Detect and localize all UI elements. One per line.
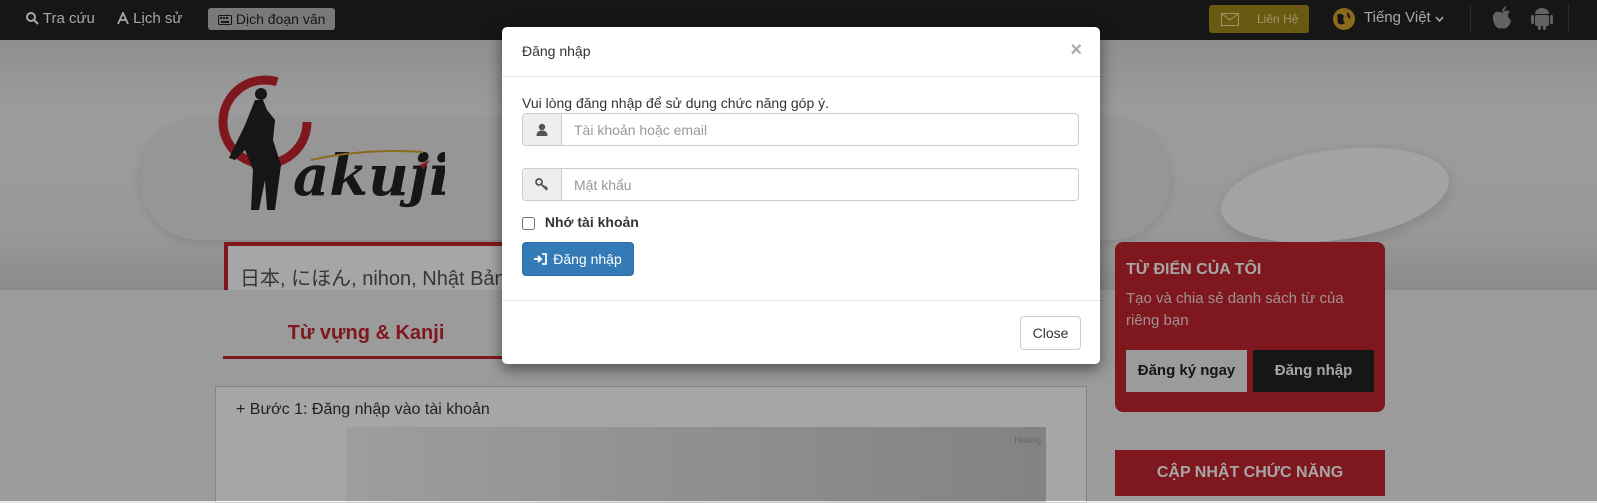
username-field (522, 113, 1096, 146)
password-input[interactable] (562, 169, 1096, 200)
password-field (522, 168, 1096, 201)
user-icon (523, 114, 562, 145)
modal-title: Đăng nhập (522, 43, 591, 59)
login-message: Vui lòng đăng nhập để sử dụng chức năng … (522, 95, 830, 111)
remember-checkbox[interactable]: Nhớ tài khoản (522, 214, 639, 230)
remember-label: Nhớ tài khoản (544, 214, 639, 230)
login-button-label: Đăng nhập (553, 251, 622, 267)
key-icon (523, 169, 562, 200)
sign-in-icon (534, 253, 548, 265)
close-icon[interactable]: × (1070, 39, 1082, 62)
close-button[interactable]: Close (1020, 316, 1081, 350)
login-modal: Đăng nhập × Vui lòng đăng nhập để sử dụn… (502, 27, 1100, 364)
modal-footer: Close (502, 300, 1100, 365)
remember-input[interactable] (522, 217, 535, 230)
login-button[interactable]: Đăng nhập (522, 242, 634, 276)
modal-header: Đăng nhập × (502, 27, 1100, 77)
username-input[interactable] (562, 114, 1096, 145)
